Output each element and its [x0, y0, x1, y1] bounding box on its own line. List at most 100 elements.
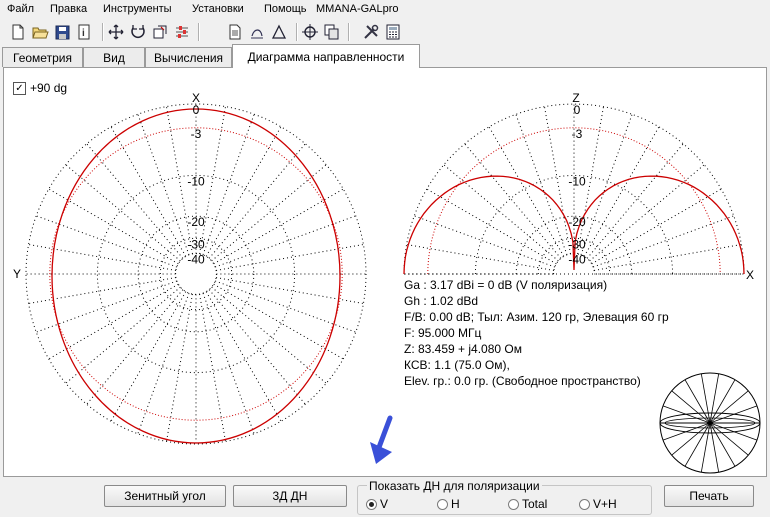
crosshair-icon[interactable] [301, 23, 319, 41]
grid-spoke [65, 286, 181, 384]
radio-total[interactable]: Total [508, 497, 547, 511]
sliders-icon[interactable] [173, 23, 191, 41]
grid-spoke [36, 280, 178, 333]
save-icon[interactable] [53, 23, 71, 41]
grid-ring [49, 127, 343, 421]
tab-view[interactable]: Вид [83, 47, 145, 67]
ring-label: -3 [572, 127, 583, 141]
info-frequency: F: 95.000 МГц [404, 326, 482, 340]
grid-spoke [216, 243, 364, 271]
grid-spoke [202, 114, 255, 256]
radio-v[interactable]: V [366, 497, 388, 511]
axis-label-top: Z [572, 91, 579, 105]
move-icon[interactable] [107, 23, 125, 41]
ring-label: -3 [191, 127, 202, 141]
svg-text:i: i [82, 28, 85, 39]
print-button[interactable]: Печать [664, 485, 754, 507]
radio-h-label: H [451, 497, 460, 511]
radio-h[interactable]: H [437, 497, 460, 511]
tools-icon[interactable] [362, 23, 380, 41]
grid-spoke [36, 215, 178, 268]
new-file-icon[interactable] [9, 23, 27, 41]
vertical-pattern-plot: 0 -3 -10 -20 -30 -40 Z X [403, 91, 754, 282]
axis-label-left: Y [13, 267, 21, 281]
polarization-group: Показать ДН для поляризации V H Total V+… [357, 479, 652, 515]
grid-spoke [65, 164, 181, 262]
3d-pattern-button[interactable]: 3Д ДН [233, 485, 347, 507]
grid-spoke [589, 164, 705, 262]
info-gain-dbd: Gh : 1.02 dBd [404, 294, 479, 308]
copy-icon[interactable] [323, 23, 341, 41]
horizontal-pattern-plot: 0 -3 -10 -20 -30 -40 X Y [13, 91, 367, 445]
radio-v-plus-h[interactable]: V+H [579, 497, 617, 511]
radio-h-dot[interactable] [437, 498, 448, 510]
rotate-icon[interactable] [129, 23, 147, 41]
bottom-bar: Зенитный угол 3Д ДН Показать ДН для поля… [0, 476, 770, 517]
grid-spoke [205, 291, 282, 422]
grid-spoke [580, 114, 633, 256]
ring-label: 0 [574, 103, 581, 117]
info-icon[interactable]: i [75, 23, 93, 41]
polarization-title: Показать ДН для поляризации [367, 479, 542, 493]
grid-spoke [28, 277, 176, 305]
grid-spoke [110, 126, 187, 257]
info-impedance: Z: 83.459 + j4.080 Ом [404, 342, 522, 356]
radio-v-plus-h-dot[interactable] [579, 498, 590, 510]
calculator-icon[interactable] [384, 23, 402, 41]
grid-spoke [205, 126, 282, 257]
toolbar-separator [296, 23, 298, 41]
tab-geometry[interactable]: Геометрия [2, 47, 83, 67]
document-icon[interactable] [226, 23, 244, 41]
clone-icon[interactable] [151, 23, 169, 41]
axis-label-top: X [192, 91, 200, 105]
grid-spoke [208, 289, 306, 405]
menu-mmana-galpro[interactable]: MMANA-GALpro [316, 3, 399, 15]
grid-spoke [443, 164, 559, 262]
menu-edit[interactable]: Правка [50, 3, 87, 15]
menu-file[interactable]: Файл [7, 3, 34, 15]
menu-help[interactable]: Помощь [264, 3, 307, 15]
grid-spoke [583, 126, 660, 257]
grid-spoke [199, 294, 227, 442]
axis-label-right: X [746, 268, 754, 282]
grid-spoke [137, 292, 190, 434]
grid-spoke [28, 243, 176, 271]
toolbar-separator [348, 23, 350, 41]
info-gain-dbi: Ga : 3.17 dBi = 0 dB (V поляризация) [404, 278, 608, 292]
tab-radiation-pattern[interactable]: Диаграмма направленности [232, 44, 420, 68]
grid-spoke [592, 215, 734, 268]
grid-spoke [214, 215, 356, 268]
grid-spoke [216, 277, 364, 305]
grid-spoke [137, 114, 190, 256]
ring-label: 0 [193, 103, 200, 117]
open-folder-icon[interactable] [31, 23, 49, 41]
ring-label: -40 [568, 253, 586, 267]
radio-total-label: Total [522, 497, 548, 511]
menu-settings[interactable]: Установки [192, 3, 244, 15]
radio-total-dot[interactable] [508, 498, 519, 510]
menu-tools[interactable]: Инструменты [103, 3, 172, 15]
ring-label: -40 [187, 253, 205, 267]
grid-spoke [211, 286, 327, 384]
mini-3d-pattern [659, 372, 761, 474]
grid-spoke [208, 143, 306, 259]
tab-calculations[interactable]: Вычисления [145, 47, 232, 67]
grid-spoke [406, 243, 554, 271]
grid-spoke [586, 143, 684, 259]
toolbar-separator [198, 23, 200, 41]
ring-label: -20 [187, 215, 205, 229]
radio-v-dot[interactable] [366, 498, 377, 510]
info-elevation: Elev. гр.: 0.0 гр. (Свободное пространст… [404, 374, 641, 388]
triangle-icon[interactable] [270, 23, 288, 41]
zenith-angle-button[interactable]: Зенитный угол [104, 485, 226, 507]
info-fb: F/B: 0.00 dB; Тыл: Азим. 120 гр, Элеваци… [404, 310, 669, 324]
pattern-curve [51, 108, 341, 444]
grid-spoke [211, 164, 327, 262]
toolbar: i [0, 20, 770, 44]
ring-label: -10 [187, 174, 205, 188]
ring-label: -30 [568, 237, 586, 251]
grid-spoke [464, 143, 562, 259]
pencil-icon[interactable] [248, 23, 266, 41]
grid-spoke [213, 283, 344, 360]
grid-spoke [110, 291, 187, 422]
